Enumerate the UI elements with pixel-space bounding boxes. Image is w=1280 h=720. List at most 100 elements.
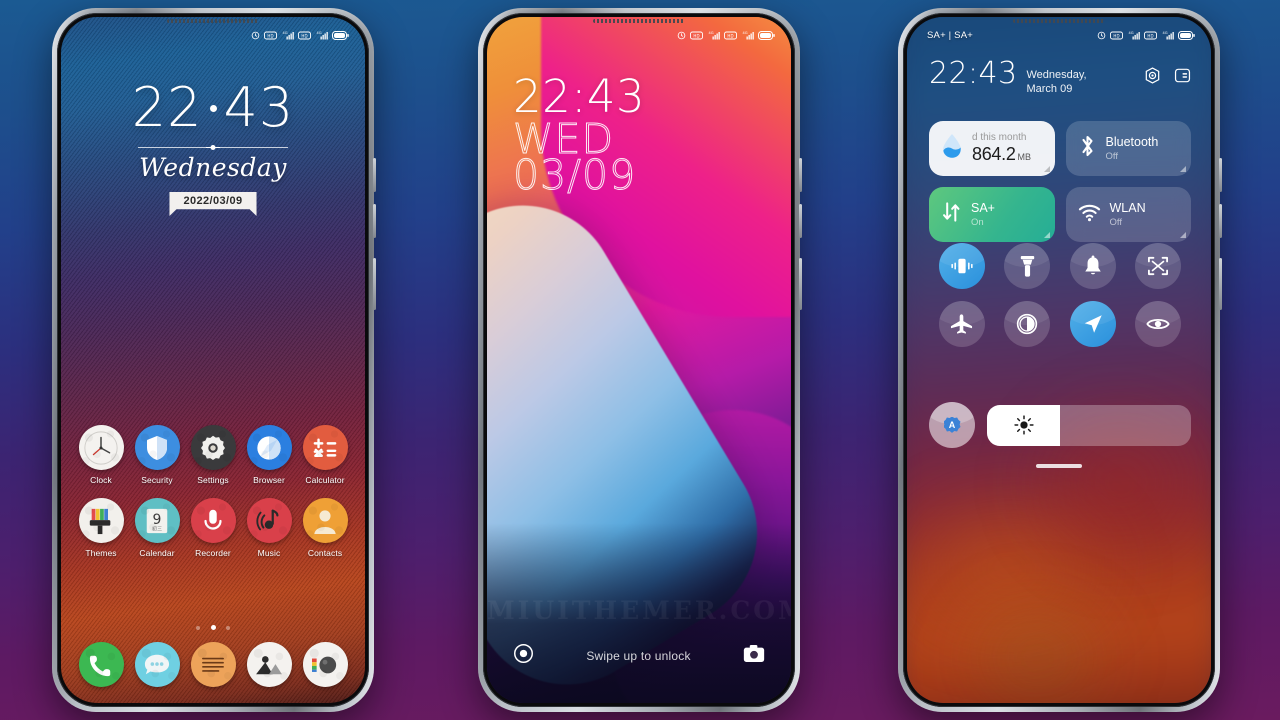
svg-text:HD: HD bbox=[693, 33, 699, 38]
app-music[interactable]: Music bbox=[241, 498, 297, 558]
toggle-screenshot[interactable] bbox=[1135, 243, 1182, 289]
toggle-vibrate[interactable] bbox=[938, 243, 985, 289]
tile-expand-corner[interactable] bbox=[1043, 232, 1050, 238]
tile-mobile-data[interactable]: SA+ On bbox=[929, 187, 1055, 242]
app-recorder[interactable]: Recorder bbox=[185, 498, 241, 558]
chat-icon[interactable] bbox=[134, 642, 180, 687]
app-grid: Clock Security Settings Browser Calculat… bbox=[73, 425, 353, 558]
gear-icon bbox=[190, 425, 236, 470]
svg-text:4G: 4G bbox=[743, 31, 748, 35]
phone3-wallpaper bbox=[907, 17, 1211, 703]
auto-brightness-icon[interactable]: A bbox=[929, 402, 975, 448]
alarm-icon bbox=[677, 31, 686, 39]
quick-toggles-grid bbox=[929, 243, 1191, 347]
clock-time: 22:43 bbox=[513, 70, 646, 123]
dock bbox=[73, 642, 353, 687]
notes-icon[interactable] bbox=[190, 642, 236, 687]
calendar-icon: 9 初三 bbox=[134, 498, 180, 543]
toggle-flashlight[interactable] bbox=[1004, 243, 1051, 289]
app-themes[interactable]: Themes bbox=[73, 498, 129, 558]
app-security[interactable]: Security bbox=[129, 425, 185, 485]
camera-icon[interactable] bbox=[743, 644, 765, 668]
app-label: Clock bbox=[90, 475, 112, 485]
brightness-slider[interactable] bbox=[987, 404, 1191, 446]
home-indicator[interactable] bbox=[1036, 464, 1082, 468]
svg-text:HD: HD bbox=[727, 33, 733, 38]
signal-4g-icon: 4G bbox=[283, 31, 294, 39]
auto-brightness-badge: A bbox=[943, 416, 961, 433]
volume-up-button[interactable] bbox=[1219, 158, 1222, 192]
status-icons: HD 4G HD 4G bbox=[677, 30, 775, 41]
toggle-do-not-disturb[interactable] bbox=[1069, 243, 1116, 289]
tile-bluetooth[interactable]: Bluetooth Off bbox=[1065, 121, 1191, 176]
svg-text:HD: HD bbox=[1113, 33, 1119, 38]
tile-expand-corner[interactable] bbox=[1180, 232, 1186, 238]
wifi-icon bbox=[1078, 203, 1101, 227]
earpiece-speaker bbox=[167, 19, 259, 23]
tile-expand-corner[interactable] bbox=[1180, 166, 1186, 172]
header-time: 22:43 bbox=[929, 56, 1018, 91]
tile-title: Bluetooth bbox=[1105, 134, 1159, 149]
tile-unit: MB bbox=[1017, 151, 1032, 162]
battery-icon bbox=[1178, 30, 1195, 40]
mountain-icon[interactable] bbox=[246, 642, 292, 687]
page-dot[interactable] bbox=[196, 626, 201, 630]
camera-icon[interactable] bbox=[302, 642, 348, 687]
hd-icon: HD bbox=[724, 31, 737, 39]
app-calendar[interactable]: 9 初三 Calendar bbox=[129, 498, 185, 558]
svg-text:4G: 4G bbox=[1129, 31, 1134, 35]
status-icons: HD 4G HD 4G bbox=[251, 30, 349, 41]
hd-icon: HD bbox=[1110, 31, 1123, 39]
svg-text:9: 9 bbox=[153, 511, 162, 527]
clock-hours: 22 bbox=[131, 76, 203, 139]
app-label: Settings bbox=[197, 475, 229, 485]
notification-panel-icon[interactable] bbox=[1174, 67, 1191, 89]
watermark: MIUITHEMER.COM bbox=[487, 596, 791, 625]
page-dot-active[interactable] bbox=[210, 625, 216, 630]
location-icon bbox=[1084, 315, 1102, 333]
lockscreen-clock: 22:43 WED 03/09 bbox=[512, 70, 646, 196]
toggle-airplane-mode[interactable] bbox=[938, 301, 985, 347]
power-button[interactable] bbox=[373, 258, 376, 310]
wallpaper-glow bbox=[947, 583, 1127, 703]
tile-state: Off bbox=[1105, 150, 1119, 162]
toggle-location[interactable] bbox=[1069, 301, 1116, 347]
app-calculator[interactable]: Calculator bbox=[297, 425, 353, 485]
toggle-reading-mode[interactable] bbox=[1135, 301, 1182, 347]
fingerprint-icon[interactable] bbox=[513, 643, 534, 669]
volume-down-button[interactable] bbox=[1219, 204, 1222, 238]
quick-settings-big-tiles: d this month 864.2 MB Bluetooth Off SA+ … bbox=[929, 121, 1191, 242]
tile-title: SA+ bbox=[971, 200, 995, 215]
eye-icon bbox=[1146, 318, 1170, 330]
signal-4g-icon: 4G bbox=[709, 31, 720, 39]
toggle-dark-mode[interactable] bbox=[1004, 301, 1051, 347]
tile-expand-corner[interactable] bbox=[1043, 166, 1050, 172]
battery-icon bbox=[332, 30, 349, 40]
header-date: Wednesday, March 09 bbox=[1026, 69, 1087, 96]
tile-data-usage[interactable]: d this month 864.2 MB bbox=[929, 121, 1055, 176]
volume-down-button[interactable] bbox=[799, 204, 802, 238]
data-arrows-icon bbox=[941, 201, 962, 228]
volume-up-button[interactable] bbox=[373, 158, 376, 192]
app-contacts[interactable]: Contacts bbox=[297, 498, 353, 558]
app-browser[interactable]: Browser bbox=[241, 425, 297, 485]
power-button[interactable] bbox=[799, 258, 802, 310]
phone-home-screen: HD 4G HD 4G 22 43 Wednesday 2022/03/09 C… bbox=[52, 8, 376, 712]
vibrate-icon bbox=[951, 258, 973, 274]
phone-icon[interactable] bbox=[78, 642, 124, 687]
volume-up-button[interactable] bbox=[799, 158, 802, 192]
screenshot-icon bbox=[1148, 256, 1169, 276]
svg-text:HD: HD bbox=[301, 33, 307, 38]
phone1-screen: HD 4G HD 4G 22 43 Wednesday 2022/03/09 C… bbox=[61, 17, 365, 703]
page-dot[interactable] bbox=[225, 626, 230, 630]
clock-minutes: 43 bbox=[223, 76, 295, 139]
volume-down-button[interactable] bbox=[373, 204, 376, 238]
gear-icon[interactable] bbox=[1144, 67, 1161, 89]
bluetooth-icon bbox=[1078, 134, 1097, 163]
power-button[interactable] bbox=[1219, 258, 1222, 310]
tile-wlan[interactable]: WLAN Off bbox=[1065, 187, 1191, 242]
app-clock[interactable]: Clock bbox=[73, 425, 129, 485]
clock-separator-dot bbox=[209, 104, 217, 112]
phone-control-center: SA+ | SA+ HD 4G HD 4G 22:43 Wednesday, M… bbox=[898, 8, 1222, 712]
app-settings[interactable]: Settings bbox=[185, 425, 241, 485]
